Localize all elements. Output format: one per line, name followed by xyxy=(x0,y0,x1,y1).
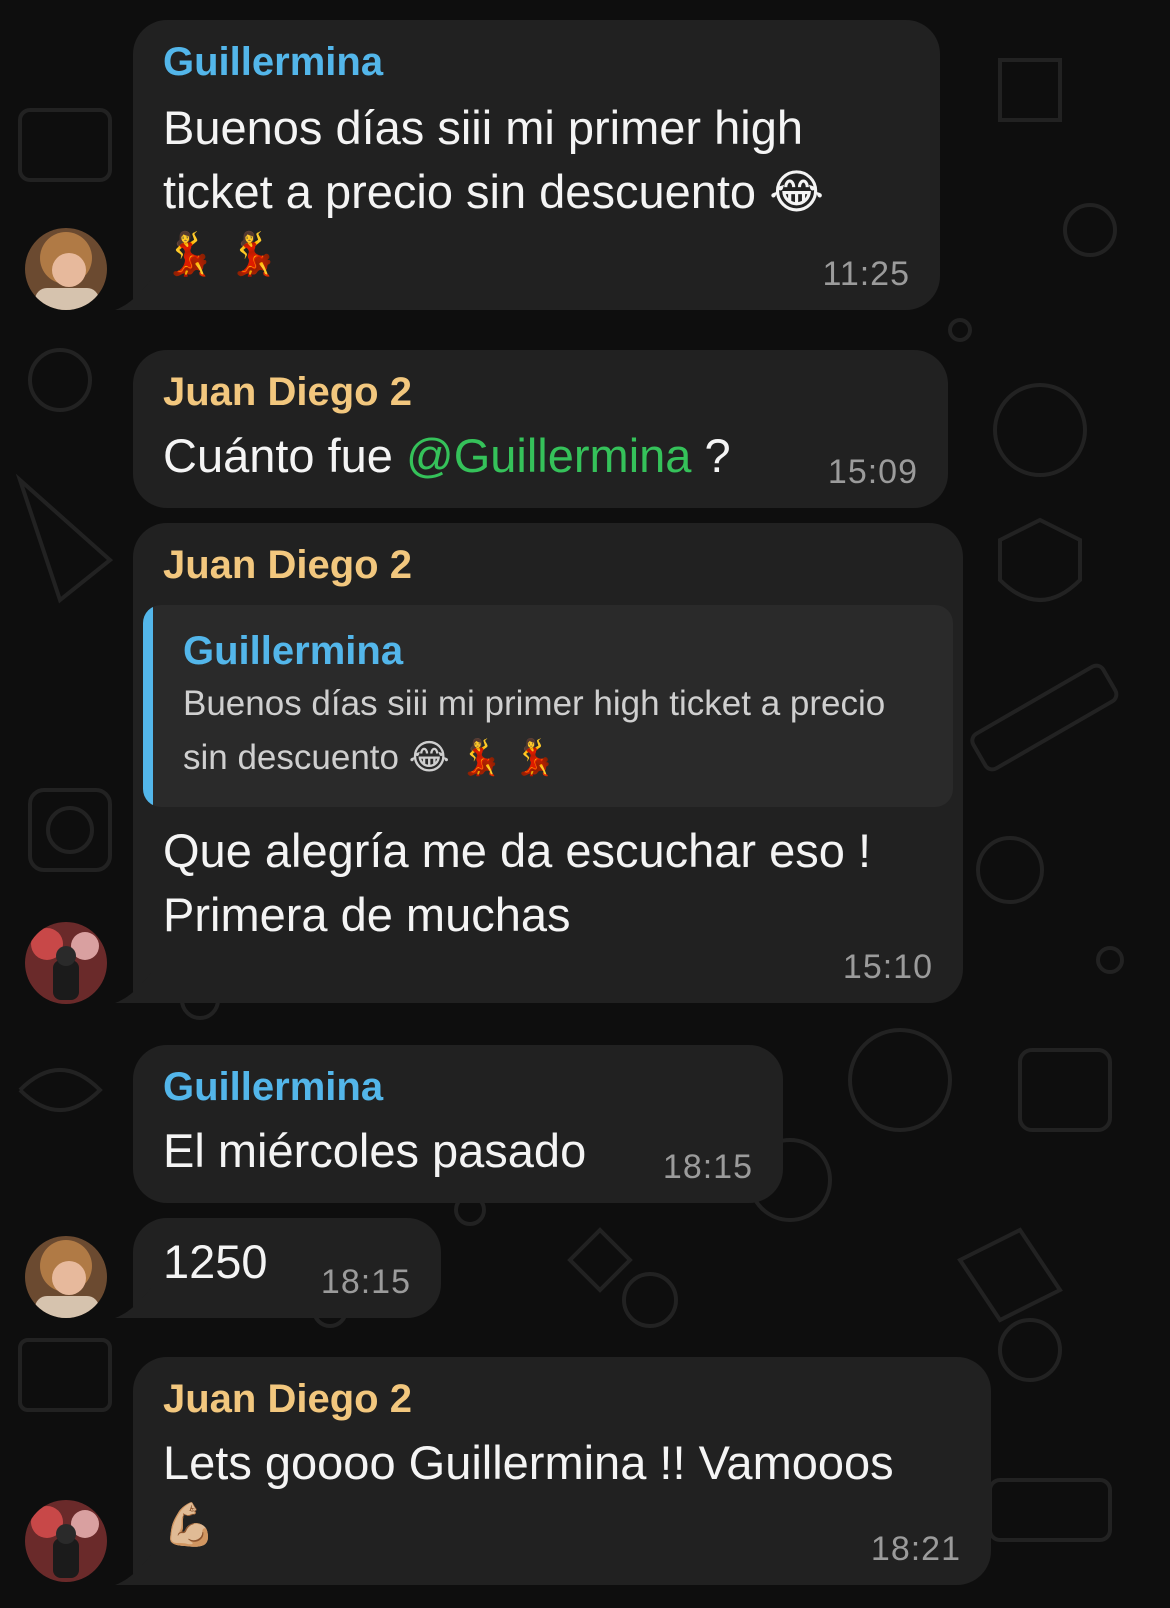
avatar-photo-icon xyxy=(25,228,107,310)
message-text: Lets goooo Guillermina !! Vamooos xyxy=(163,1436,894,1489)
flexed-biceps-emoji: 💪🏼 xyxy=(163,1501,216,1548)
avatar-juan-diego[interactable] xyxy=(25,922,107,1004)
avatar-photo-icon xyxy=(25,1500,107,1582)
message-text: Buenos días siii mi primer high ticket a… xyxy=(163,101,825,218)
message-bubble[interactable]: Juan Diego 2 Cuánto fue @Guillermina ? 1… xyxy=(133,350,948,508)
message-text-after: ? xyxy=(691,429,731,482)
reply-text: Buenos días siii mi primer high ticket a… xyxy=(183,684,886,777)
sender-name[interactable]: Juan Diego 2 xyxy=(163,368,918,416)
message-time: 18:15 xyxy=(320,1263,411,1301)
message-time: 15:09 xyxy=(827,453,918,491)
message-bubble[interactable]: Guillermina El miércoles pasado 18:15 xyxy=(133,1045,783,1203)
message-time: 15:10 xyxy=(842,948,933,986)
message-bubble[interactable]: Juan Diego 2 Guillermina Buenos días sii… xyxy=(133,523,963,1003)
dancer-emojis: 💃 💃 xyxy=(163,230,280,277)
sender-name[interactable]: Juan Diego 2 xyxy=(163,1375,961,1423)
reply-quote[interactable]: Guillermina Buenos días siii mi primer h… xyxy=(143,605,953,807)
message-bubble[interactable]: Juan Diego 2 Lets goooo Guillermina !! V… xyxy=(133,1357,991,1585)
reply-sender: Guillermina xyxy=(183,629,404,673)
sender-name[interactable]: Juan Diego 2 xyxy=(163,541,933,589)
avatar-photo-icon xyxy=(25,922,107,1004)
message-bubble[interactable]: Guillermina Buenos días siii mi primer h… xyxy=(133,20,940,310)
sender-name[interactable]: Guillermina xyxy=(163,38,910,86)
message-bubble[interactable]: 1250 18:15 xyxy=(133,1218,441,1318)
avatar-photo-icon xyxy=(25,1236,107,1318)
avatar-guillermina[interactable] xyxy=(25,228,107,310)
message-text: Que alegría me da escuchar eso ! Primera… xyxy=(163,824,872,941)
sender-name[interactable]: Guillermina xyxy=(163,1063,753,1111)
message-text: Cuánto fue @Guillermina ? xyxy=(163,424,918,488)
message-time: 11:25 xyxy=(822,255,910,293)
message-time: 18:15 xyxy=(662,1148,753,1186)
avatar-guillermina[interactable] xyxy=(25,1236,107,1318)
message-time: 18:21 xyxy=(870,1530,961,1568)
mention-link[interactable]: @Guillermina xyxy=(406,429,691,482)
message-text-before: Cuánto fue xyxy=(163,429,407,482)
chat-message-list[interactable]: Guillermina Buenos días siii mi primer h… xyxy=(0,0,1170,1608)
avatar-juan-diego[interactable] xyxy=(25,1500,107,1582)
